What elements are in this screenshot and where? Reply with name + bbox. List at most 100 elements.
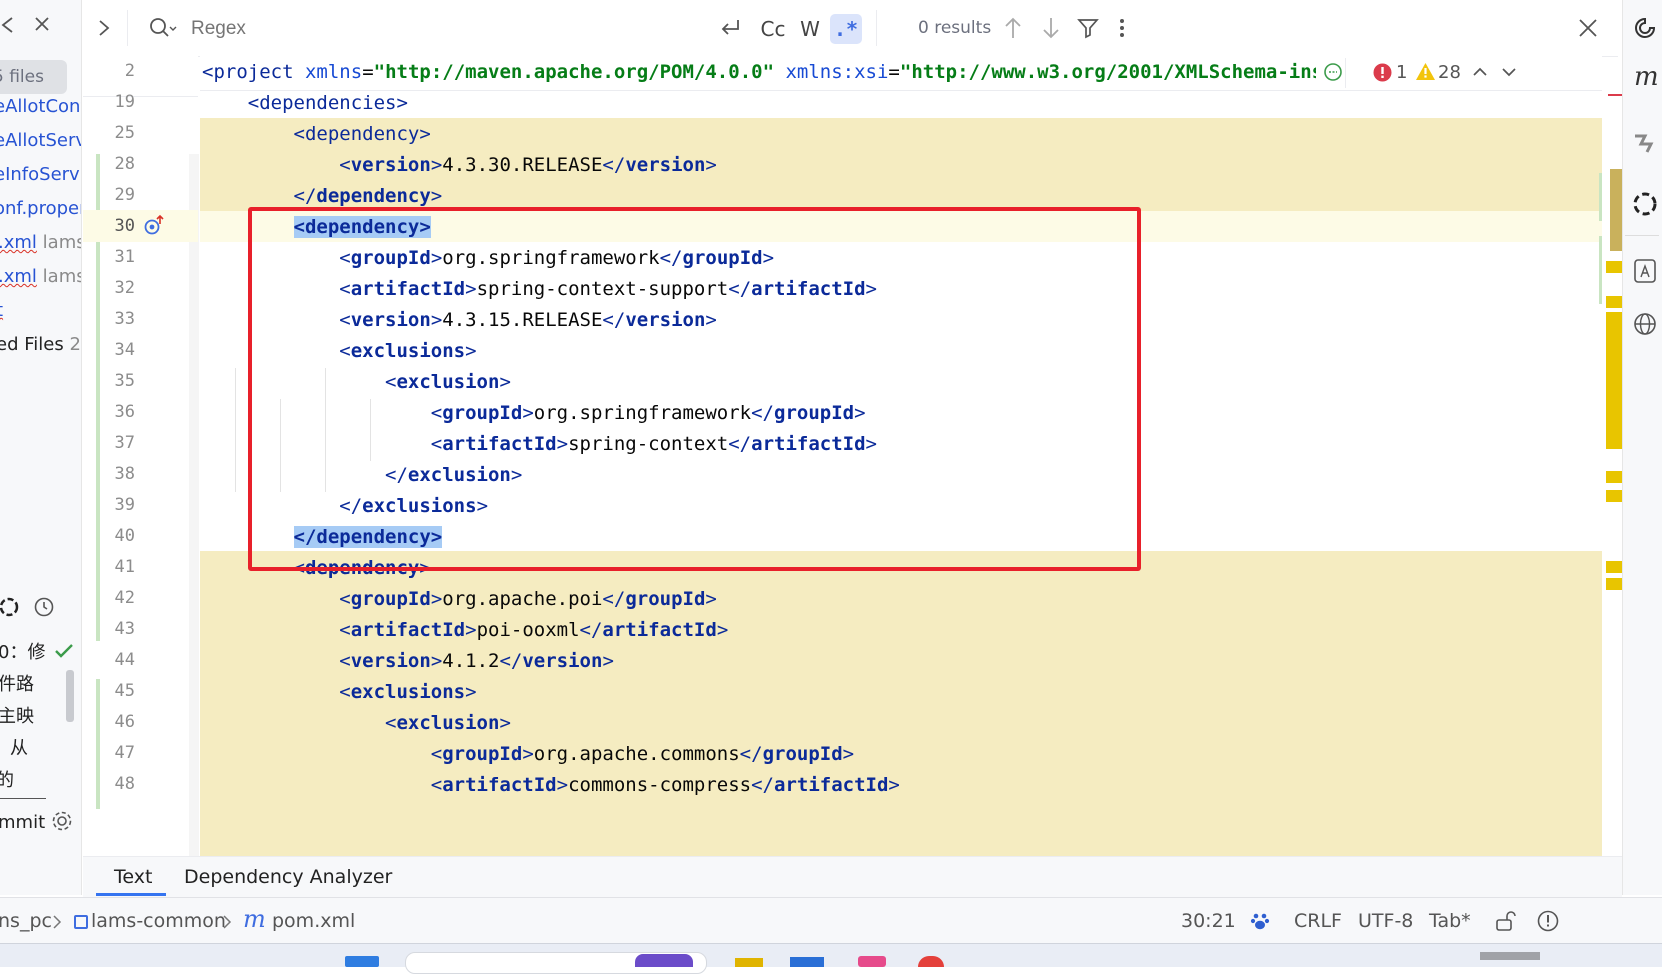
regex-toggle[interactable]: .* <box>830 14 862 44</box>
line-number: 48 <box>114 774 135 794</box>
previous-problem-icon[interactable] <box>1472 64 1488 80</box>
error-stripe[interactable] <box>1599 56 1624 856</box>
close-search-icon[interactable] <box>1578 18 1598 38</box>
file-item[interactable]: t <box>0 300 3 321</box>
taskbar-app-icon[interactable] <box>918 956 944 967</box>
commit-text: 0：修 <box>0 642 46 663</box>
line-number: 46 <box>114 712 135 732</box>
clock-area[interactable] <box>1480 952 1540 960</box>
warning-icon[interactable] <box>1415 62 1436 81</box>
code-line[interactable]: <dependencies> <box>202 87 408 119</box>
baidu-paw-icon[interactable] <box>1250 911 1270 931</box>
commit-message-line[interactable]: 0：修 <box>0 638 45 664</box>
breadcrumb-file[interactable]: pom.xml <box>272 910 355 932</box>
ai-chat-icon[interactable] <box>1633 16 1657 40</box>
commit-message-line[interactable]: 件路 <box>0 670 34 696</box>
checkmark-icon <box>55 644 73 658</box>
commit-button[interactable]: mmit <box>0 812 45 833</box>
translate-icon[interactable] <box>1633 257 1657 285</box>
breadcrumb-root[interactable]: ns_pc <box>0 910 52 932</box>
code-line[interactable]: <exclusions> <box>202 676 476 708</box>
commit-message-line[interactable]: 从 <box>10 734 28 760</box>
code-line[interactable]: <groupId>org.apache.poi</groupId> <box>202 583 717 615</box>
find-bar: Cc W .* 0 results <box>83 0 1618 57</box>
status-bar: ns_pc lams-common m pom.xml 30:21 CRLF U… <box>0 897 1662 944</box>
error-count[interactable]: 1 <box>1396 62 1407 83</box>
line-number: 28 <box>114 154 135 174</box>
code-line[interactable]: <version>4.3.30.RELEASE</version> <box>202 149 717 181</box>
whole-words-toggle[interactable]: W <box>795 14 825 44</box>
line-number: 25 <box>114 123 135 143</box>
notifications-icon[interactable] <box>1537 910 1559 932</box>
code-line[interactable]: <version>4.1.2</version> <box>202 645 614 677</box>
changed-files-chip[interactable]: 5 files <box>0 60 67 94</box>
line-separator[interactable]: CRLF <box>1294 910 1342 932</box>
history-clock-icon[interactable] <box>33 596 55 618</box>
commit-message-line[interactable]: 的 <box>0 766 14 792</box>
file-item[interactable]: .xml lams <box>0 266 81 287</box>
taskbar-app-icon[interactable] <box>858 956 886 967</box>
match-case-label: Cc <box>760 17 786 41</box>
commit-message-line[interactable]: 主映 <box>0 702 34 728</box>
code-line[interactable]: <dependency> <box>202 118 431 150</box>
line-number: 42 <box>114 588 135 608</box>
code-line[interactable]: <artifactId>commons-compress</artifactId… <box>202 769 900 801</box>
next-occurrence-icon[interactable] <box>1041 16 1061 40</box>
scroll-thumb[interactable] <box>1610 169 1622 251</box>
line-number: 31 <box>114 247 135 267</box>
line-number: 29 <box>114 185 135 205</box>
line-numbers: 2 19 25 28 29 30 31 32 33 34 35 36 37 38… <box>83 56 198 856</box>
code-line[interactable]: <groupId>org.apache.commons</groupId> <box>202 738 854 770</box>
panel-scrollbar[interactable] <box>66 670 74 722</box>
file-item[interactable]: .xml lams <box>0 232 81 253</box>
commit-text: 从 <box>10 738 28 759</box>
expand-replace-chevron-icon[interactable] <box>97 17 111 39</box>
search-icon[interactable] <box>149 17 177 39</box>
new-line-icon[interactable] <box>718 17 742 39</box>
code-line[interactable]: <exclusion> <box>202 707 511 739</box>
indent-setting[interactable]: Tab* <box>1429 910 1471 932</box>
ai-assistant-icon[interactable] <box>1323 62 1343 82</box>
line-number: 35 <box>114 371 135 391</box>
breadcrumb-module[interactable]: lams-common <box>91 910 226 932</box>
os-taskbar <box>0 943 1662 974</box>
group-label: ed Files <box>0 334 64 355</box>
caret-position[interactable]: 30:21 <box>1181 910 1236 932</box>
match-case-toggle[interactable]: Cc <box>755 14 791 44</box>
next-problem-icon[interactable] <box>1501 64 1517 80</box>
commit-text: 的 <box>0 770 14 791</box>
taskbar-app-icon[interactable] <box>635 954 693 967</box>
globe-icon[interactable] <box>1633 312 1657 336</box>
tab-text[interactable]: Text <box>114 866 152 888</box>
plugin-icon[interactable] <box>1631 130 1659 158</box>
breadcrumb-chevron-icon <box>53 915 62 929</box>
file-item-name: .xml <box>0 232 37 253</box>
tab-dependency-analyzer[interactable]: Dependency Analyzer <box>184 866 392 888</box>
error-icon[interactable] <box>1373 63 1392 82</box>
more-options-icon[interactable] <box>1117 17 1127 39</box>
close-icon[interactable] <box>34 16 50 32</box>
warning-count[interactable]: 28 <box>1438 62 1461 83</box>
search-input[interactable] <box>189 12 693 46</box>
settings-gear-icon[interactable] <box>51 810 73 832</box>
chevron-left-icon[interactable] <box>0 14 14 36</box>
openai-plugin-icon[interactable] <box>1631 190 1659 218</box>
code-editor[interactable]: <project xmlns="http://maven.apache.org/… <box>200 56 1622 856</box>
file-item[interactable]: onf.proper <box>0 198 81 219</box>
unlock-icon[interactable] <box>1494 910 1516 932</box>
code-line[interactable]: <project xmlns="http://maven.apache.org/… <box>202 56 1335 88</box>
openai-icon[interactable] <box>0 596 20 618</box>
changed-files-group[interactable]: ed Files 27 <box>0 334 81 355</box>
filter-icon[interactable] <box>1077 17 1099 39</box>
tab-analyzer-label: Dependency Analyzer <box>184 866 393 888</box>
code-line[interactable]: <artifactId>poi-ooxml</artifactId> <box>202 614 728 646</box>
line-number: 43 <box>114 619 135 639</box>
start-button[interactable] <box>345 956 379 967</box>
file-item[interactable]: eInfoServic <box>0 164 81 185</box>
file-item[interactable]: eAllotServi <box>0 130 81 151</box>
maven-icon[interactable]: m <box>1634 62 1659 92</box>
file-encoding[interactable]: UTF-8 <box>1358 910 1413 932</box>
file-item[interactable]: eAllotCont <box>0 96 81 117</box>
line-number: 41 <box>114 557 135 577</box>
previous-occurrence-icon[interactable] <box>1003 16 1023 40</box>
